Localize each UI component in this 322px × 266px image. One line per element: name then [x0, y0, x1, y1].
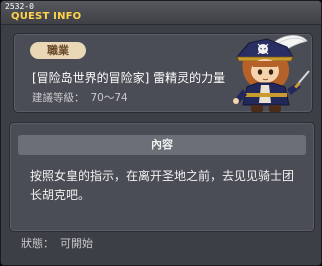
quest-info-window: 2532-0 QUEST INFO 職業 [冒险岛世界的冒险家] 雷精灵的力量 … — [0, 0, 322, 266]
recommended-level: 建議等級： 70～74 — [32, 91, 128, 105]
title-bar[interactable]: 2532-0 QUEST INFO — [1, 1, 321, 25]
quest-status: 狀態： 可開始 — [21, 237, 93, 251]
window-title: QUEST INFO — [11, 11, 82, 22]
recommended-level-value: 70～74 — [90, 92, 128, 104]
status-value: 可開始 — [60, 237, 93, 250]
npc-portrait-icon — [227, 31, 311, 113]
job-badge: 職業 — [30, 42, 86, 59]
content-header: 內容 — [18, 135, 306, 155]
recommended-level-label: 建議等級： — [32, 92, 85, 104]
quest-description: 按照女皇的指示，在离开圣地之前，去见见骑士团长胡克吧。 — [30, 169, 295, 202]
status-label: 狀態： — [21, 237, 54, 250]
quest-id: 2532-0 — [5, 2, 34, 11]
quest-content-panel: 內容 按照女皇的指示，在离开圣地之前，去见见骑士团长胡克吧。 — [9, 122, 315, 232]
quest-name: [冒险岛世界的冒险家] 雷精灵的力量 — [32, 71, 226, 85]
